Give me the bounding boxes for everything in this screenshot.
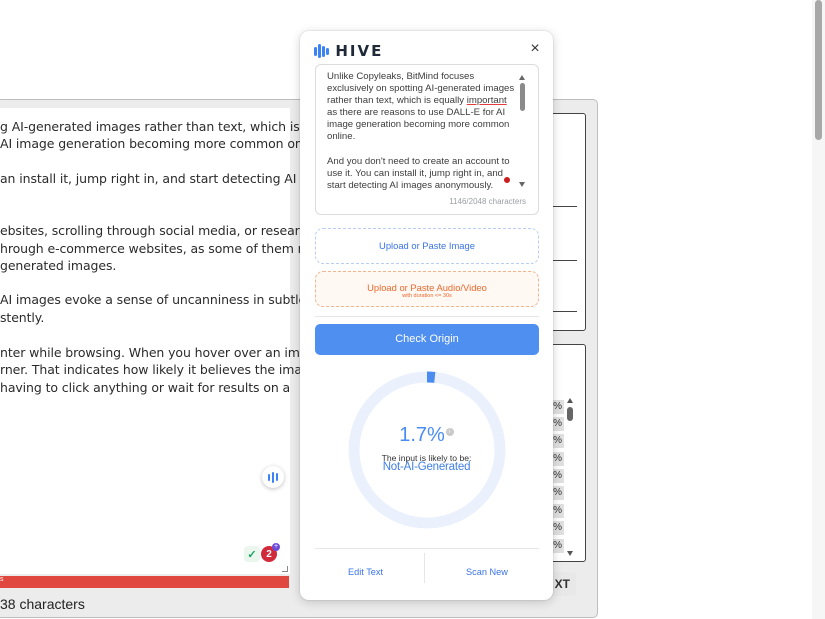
text-editor[interactable]: g AI-generated images rather than text, … <box>0 108 345 574</box>
scan-new-button[interactable]: Scan New <box>466 567 508 577</box>
input-text-area[interactable]: Unlike Copyleaks, BitMind focuses exclus… <box>315 64 539 215</box>
editor-line: rner. That indicates how likely it belie… <box>0 362 346 377</box>
info-icon[interactable]: i <box>445 428 454 436</box>
results-scrollbar[interactable] <box>566 398 575 556</box>
score-value: 1.7% i <box>300 424 553 447</box>
edit-text-button[interactable]: Edit Text <box>348 567 383 577</box>
char-counter: 1146/2048 characters <box>449 197 526 206</box>
footer-separator <box>424 553 425 583</box>
editor-line: an install it, jump right in, and start … <box>0 171 346 186</box>
scroll-down-icon[interactable] <box>567 551 573 556</box>
upload-audio-sublabel: with duration <= 30s <box>402 293 452 299</box>
editor-line: ebsites, scrolling through social media,… <box>0 223 334 238</box>
score-gauge <box>348 371 506 529</box>
screen: g AI-generated images rather than text, … <box>0 0 825 619</box>
panel-footer: Edit Text Scan New <box>315 548 539 588</box>
red-bar-text: s <box>0 576 4 583</box>
hive-panel: HIVE × Unlike Copyleaks, BitMind focuses… <box>300 31 553 600</box>
textbox-scroll-down-icon[interactable] <box>519 182 525 187</box>
editor-line: nter while browsing. When you hover over… <box>0 345 327 360</box>
scroll-thumb[interactable] <box>567 407 573 421</box>
textbox-scroll-up-icon[interactable] <box>519 75 525 80</box>
brand-name: HIVE <box>335 42 384 60</box>
editor-line: AI image generation becoming more common… <box>0 136 329 151</box>
red-status-bar: s <box>0 576 289 588</box>
editor-line: AI images evoke a sense of uncanniness i… <box>0 292 346 307</box>
editor-line: stently. <box>0 310 45 325</box>
editor-line: generated images. <box>0 258 117 273</box>
scroll-up-icon[interactable] <box>567 398 573 403</box>
hive-logo-icon <box>314 44 330 58</box>
upload-image-dropzone[interactable]: Upload or Paste Image <box>315 228 539 264</box>
resize-handle-icon[interactable] <box>282 566 288 572</box>
right-panel-box <box>548 113 586 331</box>
input-paragraph-1: Unlike Copyleaks, BitMind focuses exclus… <box>327 71 515 143</box>
editor-line: hrough e-commerce websites, as some of t… <box>0 241 325 256</box>
grammar-check-icon[interactable]: ✓ <box>244 546 260 562</box>
recording-dot-icon <box>504 177 510 183</box>
close-icon[interactable]: × <box>528 41 542 57</box>
result-verdict: Not-AI-Generated <box>382 461 471 473</box>
spelling-flag: important <box>466 95 507 107</box>
upload-audio-label: Upload or Paste Audio/Video <box>367 282 487 293</box>
input-text-content[interactable]: Unlike Copyleaks, BitMind focuses exclus… <box>327 71 518 191</box>
page-scrollbar-thumb[interactable] <box>815 0 822 140</box>
hive-logo: HIVE <box>314 42 383 60</box>
gauge-track <box>348 371 506 529</box>
plus-badge: + <box>272 543 280 551</box>
upload-image-label: Upload or Paste Image <box>379 240 475 251</box>
character-count: 38 characters <box>0 596 85 612</box>
textbox-scroll-thumb[interactable] <box>520 83 525 111</box>
upload-audio-dropzone[interactable]: Upload or Paste Audio/Video with duratio… <box>315 271 539 307</box>
editor-line: g AI-generated images rather than text, … <box>0 119 300 134</box>
divider <box>315 316 539 317</box>
input-paragraph-2: And you don't need to create an account … <box>327 155 510 191</box>
check-origin-button[interactable]: Check Origin <box>315 324 539 355</box>
editor-line: having to click anything or wait for res… <box>0 380 291 395</box>
hive-floating-icon[interactable] <box>262 466 284 488</box>
